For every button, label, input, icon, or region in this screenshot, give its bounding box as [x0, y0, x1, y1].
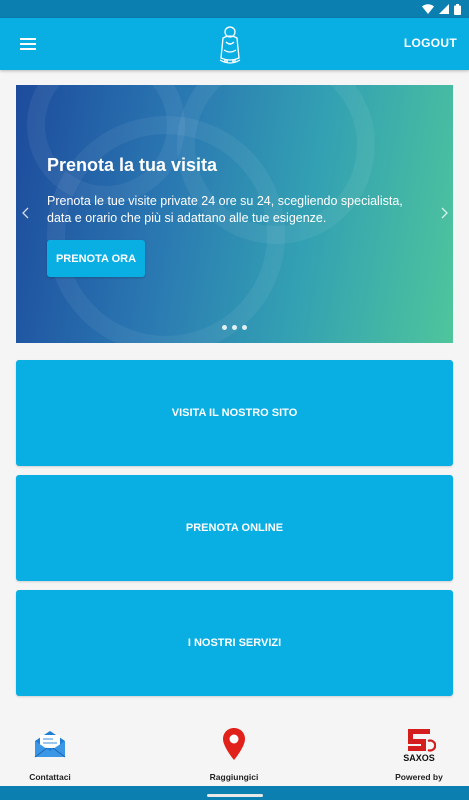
carousel-prev-button[interactable]	[18, 203, 32, 223]
carousel-dot[interactable]	[242, 325, 247, 330]
logout-button[interactable]: LOGOUT	[404, 36, 457, 50]
madonna-logo-icon	[219, 26, 241, 64]
battery-icon	[454, 3, 461, 15]
reach-us-label: Raggiungici	[209, 772, 259, 782]
book-now-button[interactable]: PRENOTA ORA	[47, 240, 145, 277]
our-services-button[interactable]: I NOSTRI SERVIZI	[16, 590, 453, 696]
carousel-dot[interactable]	[232, 325, 237, 330]
powered-by-button[interactable]: SAXOS Powered by	[379, 722, 459, 782]
slide-description: Prenota le tue visite private 24 ore su …	[47, 194, 403, 225]
system-navigation-bar	[0, 786, 469, 800]
saxos-logo-icon	[408, 729, 436, 752]
menu-button[interactable]	[12, 30, 44, 58]
map-pin-icon	[223, 728, 245, 760]
contact-us-label: Contattaci	[29, 772, 71, 782]
carousel-pagination	[16, 325, 453, 330]
bottom-navigation: Contattaci Raggiungici SAXOS Powered by	[0, 710, 469, 786]
wifi-icon	[422, 4, 434, 14]
home-gesture-handle[interactable]	[207, 794, 263, 797]
book-online-button[interactable]: PRENOTA ONLINE	[16, 475, 453, 581]
powered-by-label: Powered by	[395, 772, 443, 782]
promo-carousel[interactable]: Prenota la tua visita Prenota le tue vis…	[16, 85, 453, 343]
chevron-right-icon	[441, 207, 448, 219]
visit-site-button[interactable]: VISITA IL NOSTRO SITO	[16, 360, 453, 466]
slide-title: Prenota la tua visita	[47, 155, 218, 175]
envelope-icon	[34, 731, 66, 758]
contact-us-button[interactable]: Contattaci	[10, 722, 90, 782]
saxos-brand-text: SAXOS	[403, 753, 435, 763]
reach-us-button[interactable]: Raggiungici	[194, 722, 274, 782]
app-bar: LOGOUT	[0, 18, 469, 70]
signal-icon	[439, 4, 449, 14]
status-bar	[0, 0, 469, 18]
hamburger-icon	[20, 38, 36, 50]
chevron-left-icon	[21, 207, 28, 219]
carousel-next-button[interactable]	[437, 203, 451, 223]
carousel-dot[interactable]	[222, 325, 227, 330]
